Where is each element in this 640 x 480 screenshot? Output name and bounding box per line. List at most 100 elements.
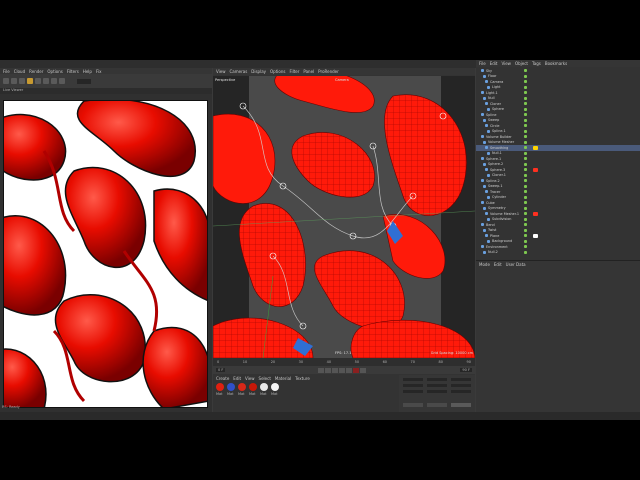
material-menu-edit[interactable]: Edit (233, 376, 241, 381)
visibility-check-icon[interactable] (524, 173, 527, 177)
visibility-check-icon[interactable] (524, 80, 527, 84)
visibility-check-icon[interactable] (524, 195, 527, 199)
visibility-check-icon[interactable] (524, 162, 527, 166)
viewport-3d[interactable]: Perspective Camera FPS: 17.1 Grid Spacin… (213, 76, 475, 358)
material-swatch[interactable] (271, 383, 279, 391)
zoom-field[interactable] (77, 78, 91, 84)
viewport-menu-view[interactable]: View (216, 69, 226, 74)
viewport-menu-filter[interactable]: Filter (289, 69, 299, 74)
viewport-menu-cameras[interactable]: Cameras (230, 69, 248, 74)
viewport-camera-label[interactable]: Camera (335, 78, 349, 82)
material-menu-select[interactable]: Select (259, 376, 271, 381)
coord-field[interactable] (403, 384, 423, 387)
visibility-check-icon[interactable] (524, 184, 527, 188)
region-icon[interactable] (35, 78, 41, 84)
attribute-menu-user-data[interactable]: User Data (506, 262, 526, 267)
object-list-item[interactable]: Null.2 (476, 250, 640, 256)
coord-field[interactable] (403, 390, 423, 393)
coord-field[interactable] (451, 384, 471, 387)
attribute-menu-mode[interactable]: Mode (479, 262, 490, 267)
visibility-check-icon[interactable] (524, 151, 527, 155)
visibility-check-icon[interactable] (524, 102, 527, 106)
visibility-check-icon[interactable] (524, 107, 527, 111)
visibility-check-icon[interactable] (524, 245, 527, 249)
visibility-check-icon[interactable] (524, 212, 527, 216)
visibility-check-icon[interactable] (524, 129, 527, 133)
viewport-menu-display[interactable]: Display (251, 69, 266, 74)
visibility-check-icon[interactable] (524, 239, 527, 243)
render-menu-options[interactable]: Options (47, 69, 62, 74)
visibility-check-icon[interactable] (524, 250, 527, 254)
visibility-check-icon[interactable] (524, 217, 527, 221)
go-end-icon[interactable] (346, 367, 353, 373)
material-menu-view[interactable]: View (245, 376, 255, 381)
visibility-check-icon[interactable] (524, 118, 527, 122)
visibility-check-icon[interactable] (524, 168, 527, 172)
viewport-menu-panel[interactable]: Panel (303, 69, 314, 74)
play-icon[interactable] (332, 367, 339, 373)
record-icon[interactable] (353, 367, 360, 373)
visibility-check-icon[interactable] (524, 140, 527, 144)
coord-field[interactable] (403, 378, 423, 381)
autokey-icon[interactable] (360, 367, 367, 373)
next-frame-icon[interactable] (339, 367, 346, 373)
render-menu-fix[interactable]: Fix (96, 69, 102, 74)
visibility-check-icon[interactable] (524, 157, 527, 161)
visibility-check-icon[interactable] (524, 179, 527, 183)
material-menu-texture[interactable]: Texture (295, 376, 310, 381)
coord-field[interactable] (451, 390, 471, 393)
visibility-check-icon[interactable] (524, 69, 527, 73)
material-swatch[interactable] (249, 383, 257, 391)
timeline[interactable]: 0 10 20 30 40 50 60 70 80 90 (213, 358, 475, 366)
coord-mode-dropdown[interactable] (403, 403, 423, 407)
coord-field[interactable] (427, 384, 447, 387)
object-tag-icon[interactable] (533, 233, 538, 238)
coord-field[interactable] (427, 390, 447, 393)
material-swatch[interactable] (227, 383, 235, 391)
coord-field[interactable] (427, 378, 447, 381)
apply-button[interactable] (451, 403, 471, 407)
play-icon[interactable] (11, 78, 17, 84)
visibility-check-icon[interactable] (524, 234, 527, 238)
start-frame-field[interactable]: 0 F (216, 368, 226, 372)
refresh-icon[interactable] (3, 78, 9, 84)
object-tag-icon[interactable] (533, 167, 538, 172)
render-menu-render[interactable]: Render (29, 69, 43, 74)
object-menu-view[interactable]: View (501, 61, 511, 66)
object-tag-icon[interactable] (533, 145, 538, 150)
object-menu-object[interactable]: Object (515, 61, 528, 66)
material-swatch[interactable] (238, 383, 246, 391)
visibility-check-icon[interactable] (524, 74, 527, 78)
end-frame-field[interactable]: 90 F (460, 368, 473, 372)
coord-size-dropdown[interactable] (427, 403, 447, 407)
object-tag-icon[interactable] (533, 211, 538, 216)
attribute-menu-edit[interactable]: Edit (494, 262, 502, 267)
visibility-check-icon[interactable] (524, 124, 527, 128)
camera-icon[interactable] (43, 78, 49, 84)
visibility-check-icon[interactable] (524, 223, 527, 227)
visibility-check-icon[interactable] (524, 201, 527, 205)
visibility-check-icon[interactable] (524, 206, 527, 210)
render-menu-help[interactable]: Help (83, 69, 92, 74)
visibility-check-icon[interactable] (524, 91, 527, 95)
material-swatch[interactable] (216, 383, 224, 391)
object-menu-tags[interactable]: Tags (532, 61, 541, 66)
lock-icon[interactable] (27, 78, 33, 84)
visibility-check-icon[interactable] (524, 96, 527, 100)
viewport-menu-prorender[interactable]: ProRender (318, 69, 339, 74)
prev-frame-icon[interactable] (325, 367, 332, 373)
visibility-check-icon[interactable] (524, 113, 527, 117)
visibility-check-icon[interactable] (524, 190, 527, 194)
object-menu-file[interactable]: File (479, 61, 486, 66)
material-menu-material[interactable]: Material (275, 376, 291, 381)
object-menu-edit[interactable]: Edit (490, 61, 498, 66)
visibility-check-icon[interactable] (524, 228, 527, 232)
go-start-icon[interactable] (318, 367, 325, 373)
render-menu-filters[interactable]: Filters (67, 69, 79, 74)
render-menu-cloud[interactable]: Cloud (14, 69, 25, 74)
zoom-icon[interactable] (59, 78, 65, 84)
coord-field[interactable] (451, 378, 471, 381)
render-menu-file[interactable]: File (3, 69, 10, 74)
material-menu-create[interactable]: Create (216, 376, 229, 381)
visibility-check-icon[interactable] (524, 146, 527, 150)
